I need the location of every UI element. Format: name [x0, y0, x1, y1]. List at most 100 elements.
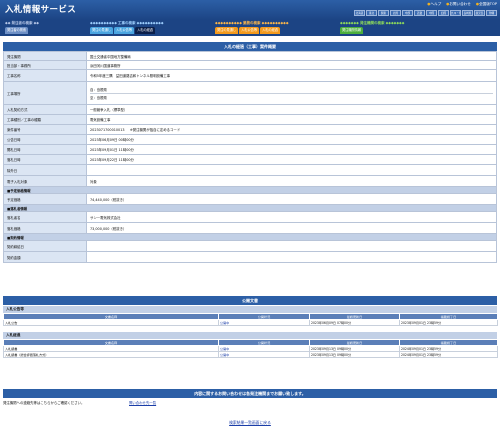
- region-button[interactable]: 関東: [378, 10, 389, 16]
- help-link[interactable]: ●ヘルプ: [427, 2, 441, 7]
- field-label: 落札価格: [3, 222, 87, 234]
- region-button[interactable]: 北海道: [354, 10, 365, 16]
- contract-date-value: [86, 240, 497, 252]
- tab-service-notice[interactable]: 入札公告等: [239, 27, 260, 34]
- process-docs-header: 入札経過: [3, 332, 497, 339]
- row-location: 工事場所 自：島根県 至：島根県: [3, 81, 497, 105]
- est-price-header: ■予定価格情報: [3, 186, 497, 194]
- winner-price-value: 73,000,000（税抜き）: [86, 222, 497, 234]
- row-category: 工事種別／工事の種類 電気設備工事: [3, 114, 497, 125]
- documents-title: 公開文書: [3, 296, 497, 305]
- process-documents: 入札経過 文書名称 公開状況 最終更新日 掲載終了日 入札調書 公開中 2023…: [3, 332, 498, 358]
- contact-link-label: お問い合わせ: [449, 2, 471, 6]
- doc-end: 2023年09月01日 23時59分: [399, 319, 498, 326]
- inquiry-note: 発注機関への連絡先等はこちらからご確認ください。: [3, 401, 85, 405]
- region-button[interactable]: 沖縄: [486, 10, 497, 16]
- row-contract-amount: 契約金額: [3, 251, 497, 263]
- field-label: 除外日: [3, 164, 87, 176]
- site-header: 入札情報サービス ●ヘルプ ●お問い合わせ ●全国版TOP 北海道 東北 関東 …: [0, 0, 500, 20]
- tab-orderer-search[interactable]: 発注者の検索: [5, 27, 29, 34]
- project-value: 令和5年度三隅 益田道路吉和トンネル照明設備工事: [86, 69, 497, 82]
- tab-service-outlook[interactable]: 発注の見通し: [215, 27, 239, 34]
- row-open-date: 開札日時 2023年09月01日 11時00分: [3, 144, 497, 155]
- region-button[interactable]: 四国: [438, 10, 449, 16]
- row-winner-header: ■落札者情報: [3, 204, 497, 212]
- field-label: 電子入札対象: [3, 175, 87, 187]
- field-label: 入札契約方式: [3, 104, 87, 115]
- doc-name: 入札公告: [3, 319, 219, 326]
- tab-service-process[interactable]: 入札の経過: [260, 27, 280, 34]
- inquiry-row: 発注機関への連絡先等はこちらからご確認ください。 問い合わせ先一覧: [3, 399, 497, 406]
- row-est-header: ■予定価格情報: [3, 186, 497, 194]
- location-to: 至：島根県: [90, 92, 493, 101]
- field-label: 案件番号: [3, 124, 87, 135]
- award-date-value: 2023年09月22日 11時00分: [86, 154, 497, 165]
- region-button[interactable]: 九州・沖縄: [450, 10, 461, 16]
- contact-list-link[interactable]: 問い合わせ先一覧: [129, 400, 156, 405]
- location-value: 自：島根県 至：島根県: [86, 81, 497, 105]
- pub-date-value: 2023年06月09日 00時00分: [86, 134, 497, 145]
- doc-status-link[interactable]: 公開中: [218, 351, 310, 358]
- region-button[interactable]: 北陸: [390, 10, 401, 16]
- row-award-date: 落札日時 2023年09月22日 11時00分: [3, 154, 497, 165]
- group-title: ◆◆ 発注者の検索 ◆◆: [5, 21, 39, 25]
- row-contract-header: ■契約情報: [3, 233, 497, 241]
- field-label: 開札日時: [3, 144, 87, 155]
- search-nav: ◆◆ 発注者の検索 ◆◆ 発注者の検索 ◆◆◆◆◆◆◆◆◆◆ 工事の検索 ◆◆◆…: [0, 20, 500, 34]
- row-orderer: 発注機関 国土交通省中国地方整備局: [3, 51, 497, 61]
- row-contract-date: 契約締結日: [3, 240, 497, 252]
- field-label: 公告日時: [3, 134, 87, 145]
- help-link-label: ヘルプ: [430, 2, 442, 6]
- field-label: 工事場所: [3, 81, 87, 105]
- region-button[interactable]: 中国: [426, 10, 437, 16]
- field-label: 契約締結日: [3, 240, 87, 252]
- group-title: ◆◆◆◆◆◆◆◆◆◆ 業務の検索 ◆◆◆◆◆◆◆◆◆◆: [215, 21, 289, 25]
- region-button[interactable]: 中部: [402, 10, 413, 16]
- doc-updated: 2023年09月13日 09時00分: [309, 351, 400, 358]
- contract-amount-value: [86, 251, 497, 263]
- location-from: 自：島根県: [90, 87, 107, 92]
- site-logo[interactable]: 入札情報サービス: [5, 3, 76, 15]
- national-top-link[interactable]: ●全国版TOP: [476, 2, 497, 7]
- field-label: 契約金額: [3, 251, 87, 263]
- group-title: ◆◆◆◆◆◆◆ 発注機関の検索 ◆◆◆◆◆◆◆: [340, 21, 405, 25]
- process-docs-table: 文書名称 公開状況 最終更新日 掲載終了日 入札調書 公開中 2023年09月1…: [3, 339, 498, 358]
- row-winner-price: 落札価格 73,000,000（税抜き）: [3, 222, 497, 234]
- field-label: 落札者名: [3, 211, 87, 223]
- winner-header: ■落札者情報: [3, 204, 497, 212]
- method-value: 一般競争入札（標準型）: [86, 104, 497, 115]
- tab-construction-outlook[interactable]: 発注の見通し: [90, 27, 114, 34]
- tab-agency-info[interactable]: 発注機関情報: [340, 27, 364, 34]
- tab-construction-notice[interactable]: 入札公告等: [114, 27, 135, 34]
- category-value: 電気設備工事: [86, 114, 497, 125]
- row-pub-date: 公告日時 2023年06月09日 00時00分: [3, 134, 497, 145]
- region-button[interactable]: 鹿児島: [474, 10, 485, 16]
- doc-updated: 2023年06月09日 07時00分: [309, 319, 400, 326]
- row-case-no: 案件番号 2023071700010013 ※発注機関が独自に定めるコード: [3, 124, 497, 135]
- page-title: 入札の経過（工事）案件概要: [3, 42, 497, 51]
- excluded-value: [86, 164, 497, 176]
- region-button[interactable]: 長崎県: [462, 10, 473, 16]
- doc-name: 入札調書（総合評価落札方式）: [3, 351, 219, 358]
- region-button[interactable]: 東北: [366, 10, 377, 16]
- tab-construction-process[interactable]: 入札の経過: [135, 27, 155, 34]
- open-date-value: 2023年09月01日 11時00分: [86, 144, 497, 155]
- region-button[interactable]: 近畿: [414, 10, 425, 16]
- row-project: 工事名称 令和5年度三隅 益田道路吉和トンネル照明設備工事: [3, 69, 497, 82]
- case-no-value: 2023071700010013 ※発注機関が独自に定めるコード: [86, 124, 497, 135]
- group-title: ◆◆◆◆◆◆◆◆◆◆ 工事の検索 ◆◆◆◆◆◆◆◆◆◆: [90, 21, 164, 25]
- orderer-value: 国土交通省中国地方整備局: [86, 51, 497, 61]
- notice-docs-table: 文書名称 公開状況 最終更新日 掲載終了日 入札公告 公開中 2023年06月0…: [3, 313, 498, 326]
- winner-name-value: サンー電気株式会社: [86, 211, 497, 223]
- nav-underline: [0, 34, 500, 36]
- back-to-results-link[interactable]: 検索結果一覧画面に戻る: [229, 420, 271, 425]
- back-link-wrap: 検索結果一覧画面に戻る: [0, 420, 500, 426]
- contact-link[interactable]: ●お問い合わせ: [446, 2, 471, 7]
- notice-docs-header: 入札公告等: [3, 306, 497, 313]
- national-top-link-label: 全国版TOP: [479, 2, 497, 6]
- field-label: 担当部・事務所: [3, 60, 87, 70]
- top-links: ●ヘルプ ●お問い合わせ ●全国版TOP: [427, 2, 497, 7]
- doc-status-link[interactable]: 公開中: [218, 319, 310, 326]
- case-number: 2023071700010013: [90, 128, 125, 132]
- row-e-bid: 電子入札対象 対象: [3, 175, 497, 187]
